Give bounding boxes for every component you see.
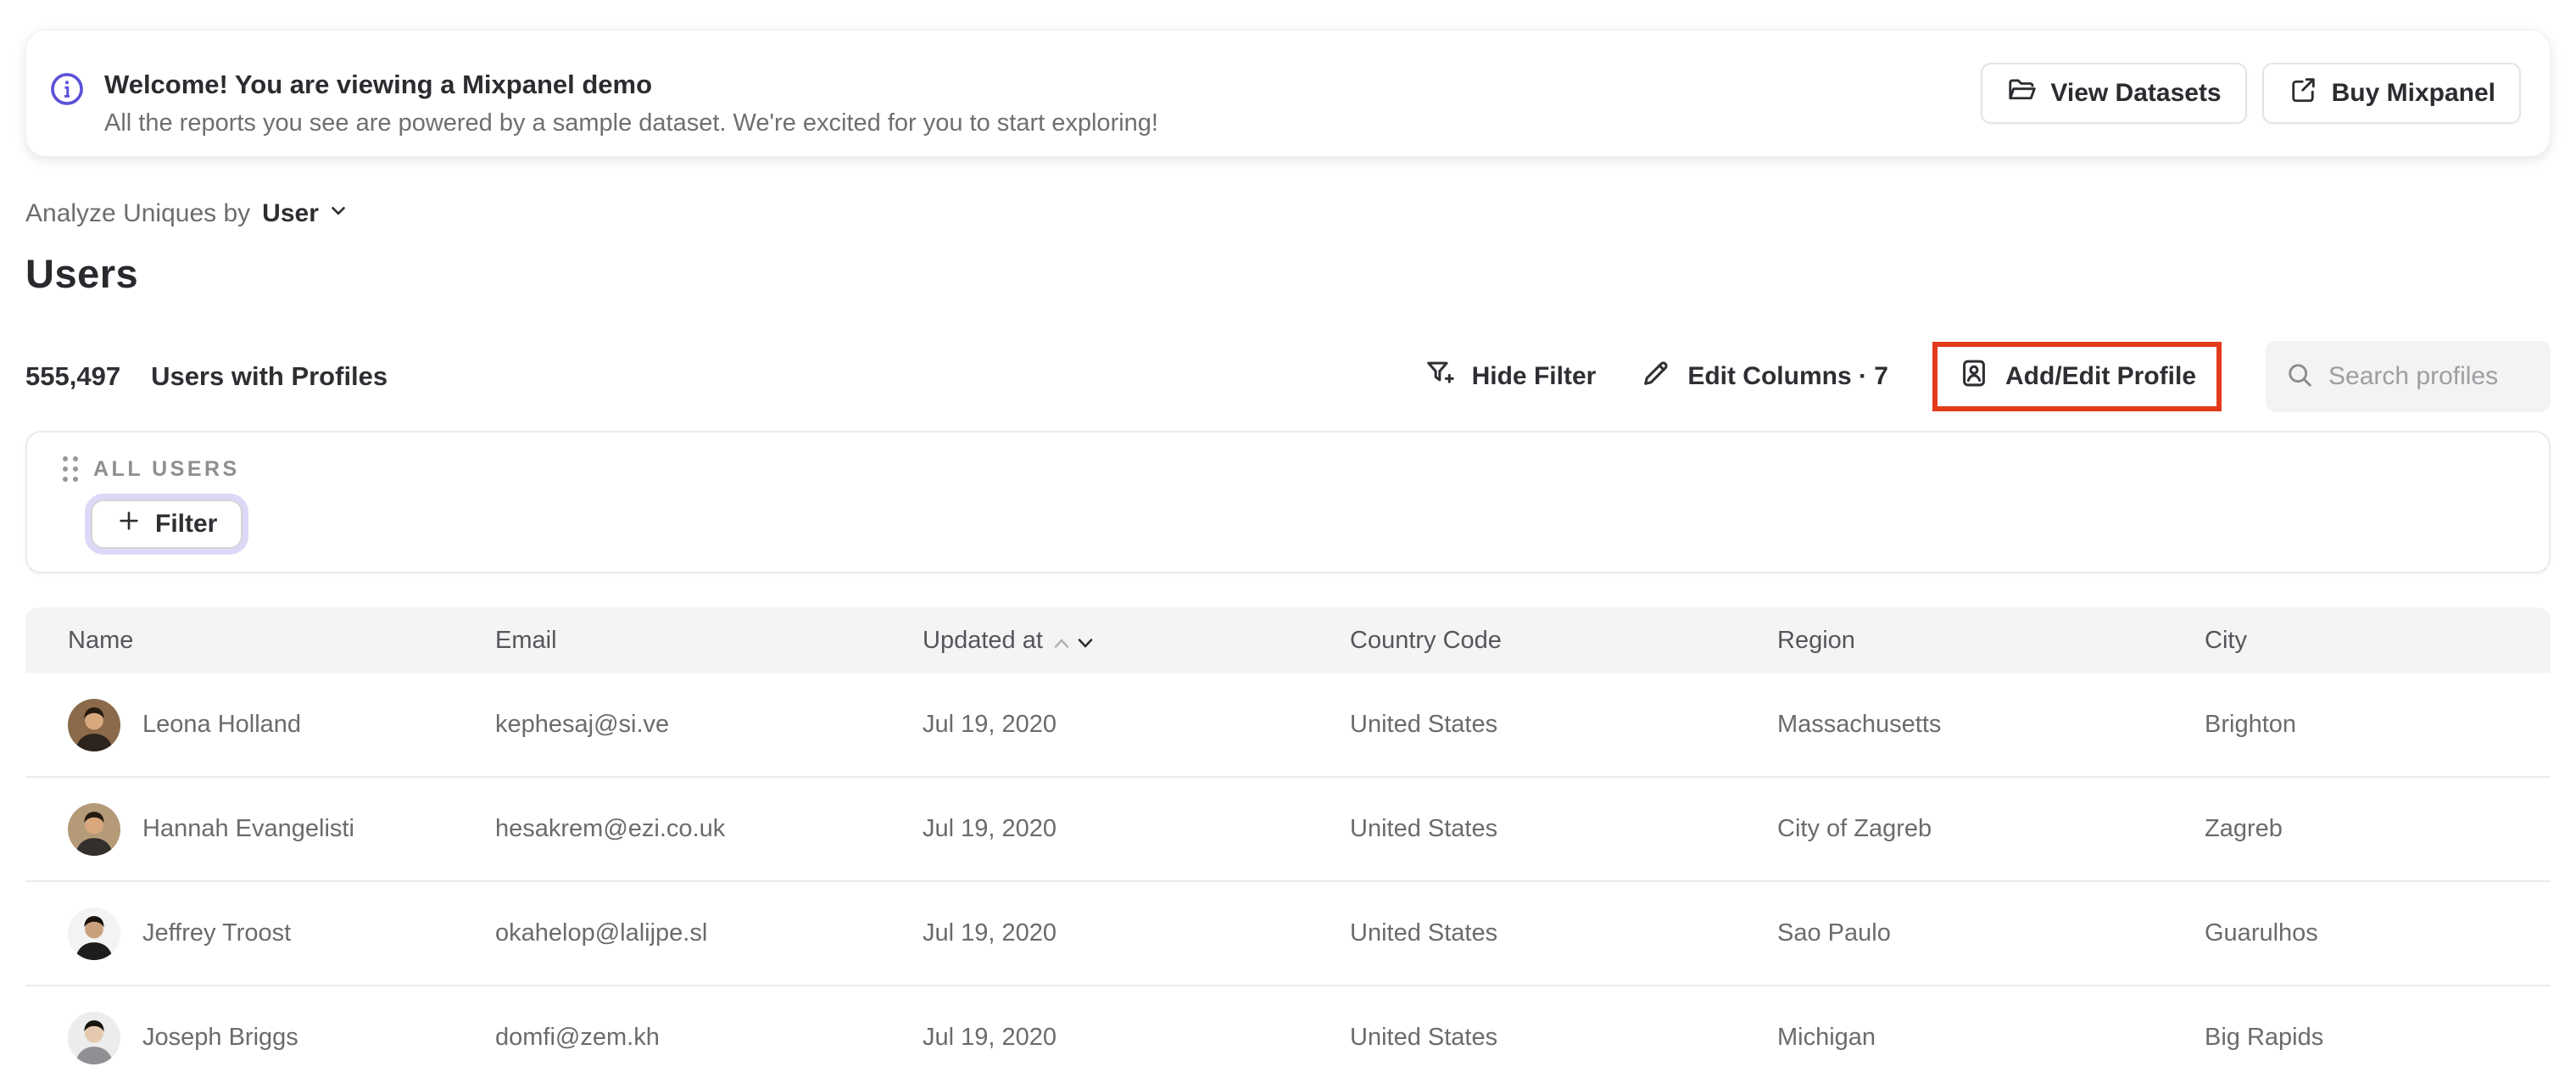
user-region: City of Zagreb <box>1777 815 1932 842</box>
external-link-icon <box>2288 75 2318 112</box>
hide-filter-button[interactable]: Hide Filter <box>1425 357 1597 396</box>
add-filter-label: Filter <box>155 510 218 538</box>
add-filter-button[interactable]: Filter <box>91 500 243 549</box>
search-icon <box>2284 360 2315 394</box>
table-row[interactable]: Jeffrey Troost okahelop@lalijpe.sl Jul 1… <box>25 882 2551 986</box>
drag-handle-icon[interactable] <box>63 456 78 482</box>
user-city: Big Rapids <box>2205 1024 2324 1051</box>
column-header-updated-at[interactable]: Updated at <box>923 626 1350 656</box>
funnel-plus-icon <box>1425 357 1457 396</box>
banner-title: Welcome! You are viewing a Mixpanel demo <box>104 70 653 99</box>
hide-filter-label: Hide Filter <box>1471 362 1597 390</box>
buy-mixpanel-button[interactable]: Buy Mixpanel <box>2261 63 2521 124</box>
edit-columns-button[interactable]: Edit Columns · 7 <box>1640 357 1888 396</box>
user-updated-at: Jul 19, 2020 <box>923 711 1057 738</box>
column-header-name[interactable]: Name <box>68 627 495 655</box>
analyze-by-selector[interactable]: User <box>262 199 349 228</box>
user-country-code: United States <box>1350 711 1498 738</box>
filter-card: ALL USERS Filter <box>25 431 2551 573</box>
scope-label: ALL USERS <box>93 456 240 481</box>
user-updated-at: Jul 19, 2020 <box>923 815 1057 842</box>
analyze-uniques-label: Analyze Uniques by <box>25 199 251 227</box>
user-email: hesakrem@ezi.co.uk <box>495 815 726 842</box>
add-edit-profile-highlight: Add/Edit Profile <box>1932 342 2222 411</box>
filter-button-focus-ring: Filter <box>85 494 249 555</box>
table-row[interactable]: Joseph Briggs domfi@zem.kh Jul 19, 2020 … <box>25 986 2551 1089</box>
column-header-region[interactable]: Region <box>1777 627 2205 655</box>
user-city: Guarulhos <box>2205 919 2318 947</box>
user-updated-at: Jul 19, 2020 <box>923 919 1057 947</box>
user-region: Sao Paulo <box>1777 919 1891 947</box>
table-header-row: Name Email Updated at Country Code Regio… <box>25 607 2551 673</box>
search-profiles-input[interactable] <box>2328 362 2532 391</box>
chevron-down-icon <box>327 199 349 228</box>
user-name: Jeffrey Troost <box>142 919 292 947</box>
user-country-code: United States <box>1350 815 1498 842</box>
add-edit-profile-label: Add/Edit Profile <box>2005 362 2196 390</box>
user-country-code: United States <box>1350 919 1498 947</box>
users-page: Welcome! You are viewing a Mixpanel demo… <box>0 30 2576 1089</box>
user-updated-at: Jul 19, 2020 <box>923 1024 1057 1051</box>
pencil-icon <box>1640 357 1672 396</box>
column-header-city[interactable]: City <box>2205 627 2551 655</box>
table-row[interactable]: Leona Holland kephesaj@si.ve Jul 19, 202… <box>25 673 2551 778</box>
add-edit-profile-button[interactable]: Add/Edit Profile <box>1958 357 2196 396</box>
user-country-code: United States <box>1350 1024 1498 1051</box>
user-email: kephesaj@si.ve <box>495 711 670 738</box>
plus-icon <box>116 508 142 540</box>
analyze-by-value: User <box>262 199 319 227</box>
buy-mixpanel-label: Buy Mixpanel <box>2331 79 2495 107</box>
user-email: okahelop@lalijpe.sl <box>495 919 708 947</box>
edit-columns-label: Edit Columns · 7 <box>1687 362 1888 390</box>
info-icon <box>48 70 86 112</box>
column-header-email[interactable]: Email <box>495 627 923 655</box>
avatar <box>68 698 120 751</box>
search-profiles-box <box>2266 341 2551 412</box>
welcome-banner: Welcome! You are viewing a Mixpanel demo… <box>25 30 2551 157</box>
profile-count: 555,497 <box>25 361 121 391</box>
stats-toolbar: 555,497 Users with Profiles Hide Filter <box>25 336 2551 417</box>
analyze-row: Analyze Uniques by User <box>25 199 2551 228</box>
user-email: domfi@zem.kh <box>495 1024 660 1051</box>
user-region: Michigan <box>1777 1024 1876 1051</box>
sort-icon <box>1053 628 1094 656</box>
avatar <box>68 907 120 960</box>
user-region: Massachusetts <box>1777 711 1942 738</box>
user-name: Hannah Evangelisti <box>142 815 354 842</box>
user-name: Joseph Briggs <box>142 1024 298 1051</box>
view-datasets-button[interactable]: View Datasets <box>1981 63 2247 124</box>
user-name: Leona Holland <box>142 711 302 738</box>
column-header-country-code[interactable]: Country Code <box>1350 627 1777 655</box>
folder-icon <box>2006 75 2037 112</box>
user-city: Zagreb <box>2205 815 2283 842</box>
view-datasets-label: View Datasets <box>2050 79 2222 107</box>
page-title: Users <box>25 251 139 296</box>
avatar <box>68 1011 120 1064</box>
profile-count-label: Users with Profiles <box>151 361 388 391</box>
table-row[interactable]: Hannah Evangelisti hesakrem@ezi.co.uk Ju… <box>25 778 2551 882</box>
profiles-table: Name Email Updated at Country Code Regio… <box>25 607 2551 1089</box>
avatar <box>68 802 120 856</box>
id-badge-person-icon <box>1958 357 1990 396</box>
banner-subtitle: All the reports you see are powered by a… <box>104 109 1158 137</box>
user-city: Brighton <box>2205 711 2297 738</box>
